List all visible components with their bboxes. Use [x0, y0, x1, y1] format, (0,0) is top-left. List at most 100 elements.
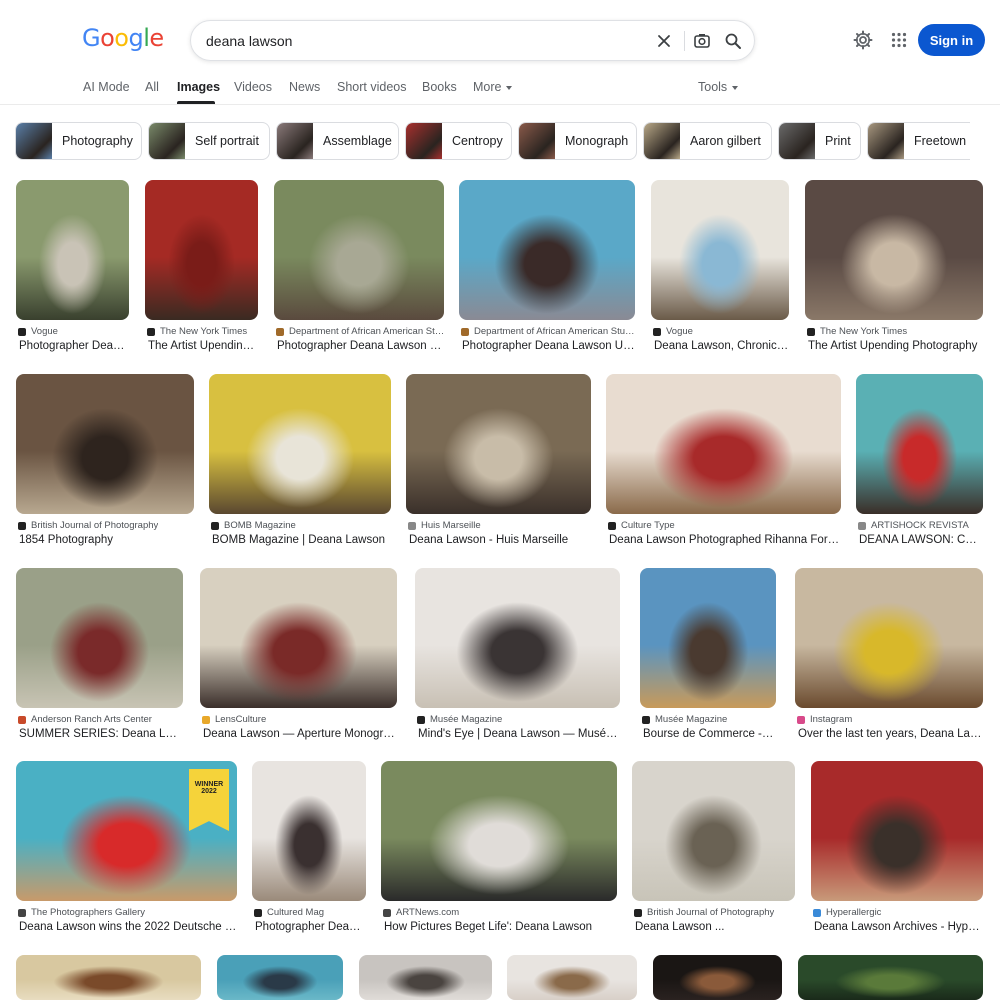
- image-result[interactable]: [507, 955, 637, 1000]
- clear-icon[interactable]: [654, 31, 674, 51]
- result-thumbnail[interactable]: [653, 955, 782, 1000]
- result-thumbnail[interactable]: [381, 761, 617, 901]
- result-title[interactable]: Mind's Eye | Deana Lawson — Musée Magazi…: [418, 728, 620, 740]
- result-title[interactable]: 1854 Photography: [19, 534, 194, 546]
- result-title[interactable]: Deana Lawson — Aperture Monograph: [203, 728, 397, 740]
- result-source[interactable]: The New York Times: [147, 326, 260, 337]
- result-thumbnail[interactable]: [16, 955, 201, 1000]
- image-result[interactable]: BOMB Magazine BOMB Magazine | Deana Lawso…: [209, 374, 391, 550]
- result-thumbnail[interactable]: [798, 955, 983, 1000]
- result-title[interactable]: Photographer Deana Lawson Unveils: [277, 340, 444, 352]
- result-title[interactable]: Deana Lawson ...: [635, 921, 795, 933]
- result-source[interactable]: Vogue: [18, 326, 131, 337]
- image-result[interactable]: Department of African American Studies Ph…: [459, 180, 637, 356]
- result-source[interactable]: Musée Magazine: [417, 714, 622, 725]
- chip-centropy[interactable]: Centropy: [405, 122, 512, 160]
- result-thumbnail[interactable]: [200, 568, 397, 708]
- result-thumbnail[interactable]: [406, 374, 591, 514]
- result-thumbnail[interactable]: [507, 955, 637, 1000]
- result-source[interactable]: Musée Magazine: [642, 714, 778, 725]
- result-source[interactable]: Cultured Mag: [254, 907, 368, 918]
- image-result[interactable]: Cultured Mag Photographer Deana Lawson: [252, 761, 366, 937]
- result-thumbnail[interactable]: [632, 761, 795, 901]
- sign-in-button[interactable]: Sign in: [918, 24, 985, 56]
- google-logo[interactable]: Google: [82, 24, 164, 52]
- result-thumbnail[interactable]: [217, 955, 343, 1000]
- result-thumbnail[interactable]: [795, 568, 983, 708]
- image-result[interactable]: Anderson Ranch Arts Center SUMMER SERIES:…: [16, 568, 183, 744]
- result-thumbnail[interactable]: [651, 180, 789, 320]
- image-result[interactable]: The New York Times The Artist Upending Ph…: [805, 180, 983, 356]
- result-title[interactable]: BOMB Magazine | Deana Lawson: [212, 534, 391, 546]
- image-result[interactable]: British Journal of Photography Deana Laws…: [632, 761, 795, 937]
- image-result[interactable]: Vogue Photographer Deana Lawson: [16, 180, 129, 356]
- tab-ai-mode[interactable]: AI Mode: [83, 80, 130, 94]
- chip-photography[interactable]: Photography: [15, 122, 142, 160]
- camera-icon[interactable]: [692, 31, 712, 51]
- result-source[interactable]: British Journal of Photography: [634, 907, 797, 918]
- chip-monograph[interactable]: Monograph: [518, 122, 637, 160]
- image-result[interactable]: Musée Magazine Mind's Eye | Deana Lawson …: [415, 568, 620, 744]
- image-result[interactable]: Vogue Deana Lawson, Chronicler of Black I…: [651, 180, 789, 356]
- result-thumbnail[interactable]: [359, 955, 492, 1000]
- result-source[interactable]: LensCulture: [202, 714, 399, 725]
- result-title[interactable]: DEANA LAWSON: CENTROPY: [859, 534, 983, 546]
- settings-gear-icon[interactable]: [852, 29, 874, 51]
- image-result[interactable]: LensCulture Deana Lawson — Aperture Monog…: [200, 568, 397, 744]
- tab-news[interactable]: News: [289, 80, 320, 94]
- image-result[interactable]: ARTISHOCK REVISTA DEANA LAWSON: CENTROPY: [856, 374, 983, 550]
- result-source[interactable]: ARTNews.com: [383, 907, 619, 918]
- result-source[interactable]: Hyperallergic: [813, 907, 985, 918]
- result-source[interactable]: Department of African American Studies: [276, 326, 446, 337]
- result-title[interactable]: Deana Lawson, Chronicler of Black Intima…: [654, 340, 789, 352]
- search-input[interactable]: [206, 21, 636, 60]
- tab-videos[interactable]: Videos: [234, 80, 272, 94]
- search-box[interactable]: [190, 20, 755, 61]
- result-source[interactable]: Anderson Ranch Arts Center: [18, 714, 185, 725]
- result-thumbnail[interactable]: [811, 761, 983, 901]
- result-title[interactable]: Deana Lawson wins the 2022 Deutsche Börs…: [19, 921, 237, 933]
- result-thumbnail[interactable]: [16, 180, 129, 320]
- result-title[interactable]: Photographer Deana Lawson: [255, 921, 366, 933]
- tab-images[interactable]: Images: [177, 80, 220, 94]
- result-source[interactable]: Vogue: [653, 326, 791, 337]
- result-thumbnail[interactable]: [209, 374, 391, 514]
- image-result[interactable]: WINNER 2022 The Photographers Gallery Dean…: [16, 761, 237, 937]
- image-result[interactable]: [359, 955, 492, 1000]
- chip-freetown-s[interactable]: Freetown s: [867, 122, 970, 160]
- result-thumbnail[interactable]: [640, 568, 776, 708]
- result-title[interactable]: The Artist Upending Photography: [148, 340, 258, 352]
- tab-books[interactable]: Books: [422, 80, 457, 94]
- result-source[interactable]: BOMB Magazine: [211, 520, 393, 531]
- result-source[interactable]: The New York Times: [807, 326, 985, 337]
- result-source[interactable]: The Photographers Gallery: [18, 907, 239, 918]
- result-source[interactable]: Instagram: [797, 714, 985, 725]
- tab-short-videos[interactable]: Short videos: [337, 80, 406, 94]
- image-result[interactable]: [798, 955, 983, 1000]
- result-title[interactable]: Bourse de Commerce - Pinault Collection: [643, 728, 776, 740]
- result-source[interactable]: ARTISHOCK REVISTA: [858, 520, 985, 531]
- image-result[interactable]: [653, 955, 782, 1000]
- image-result[interactable]: ARTNews.com How Pictures Beget Life': Dea…: [381, 761, 617, 937]
- result-source[interactable]: Huis Marseille: [408, 520, 593, 531]
- result-source[interactable]: Culture Type: [608, 520, 843, 531]
- result-thumbnail[interactable]: [415, 568, 620, 708]
- result-source[interactable]: British Journal of Photography: [18, 520, 196, 531]
- image-result[interactable]: Musée Magazine Bourse de Commerce - Pinau…: [640, 568, 776, 744]
- tab-more[interactable]: More: [473, 80, 513, 94]
- image-result[interactable]: [16, 955, 201, 1000]
- search-icon[interactable]: [723, 31, 743, 51]
- result-thumbnail[interactable]: [145, 180, 258, 320]
- image-result[interactable]: Department of African American Studies Ph…: [274, 180, 446, 356]
- result-title[interactable]: Deana Lawson - Huis Marseille: [409, 534, 591, 546]
- result-thumbnail[interactable]: WINNER 2022: [16, 761, 237, 901]
- result-thumbnail[interactable]: [16, 568, 183, 708]
- result-thumbnail[interactable]: [16, 374, 194, 514]
- result-title[interactable]: Deana Lawson Photographed Rihanna For Ha…: [609, 534, 841, 546]
- chip-self-portrait[interactable]: Self portrait: [148, 122, 270, 160]
- result-source[interactable]: Department of African American Studies: [461, 326, 637, 337]
- image-result[interactable]: [217, 955, 343, 1000]
- image-result[interactable]: Hyperallergic Deana Lawson Archives - Hyp…: [811, 761, 983, 937]
- image-result[interactable]: Huis Marseille Deana Lawson - Huis Marsei…: [406, 374, 591, 550]
- result-thumbnail[interactable]: [606, 374, 841, 514]
